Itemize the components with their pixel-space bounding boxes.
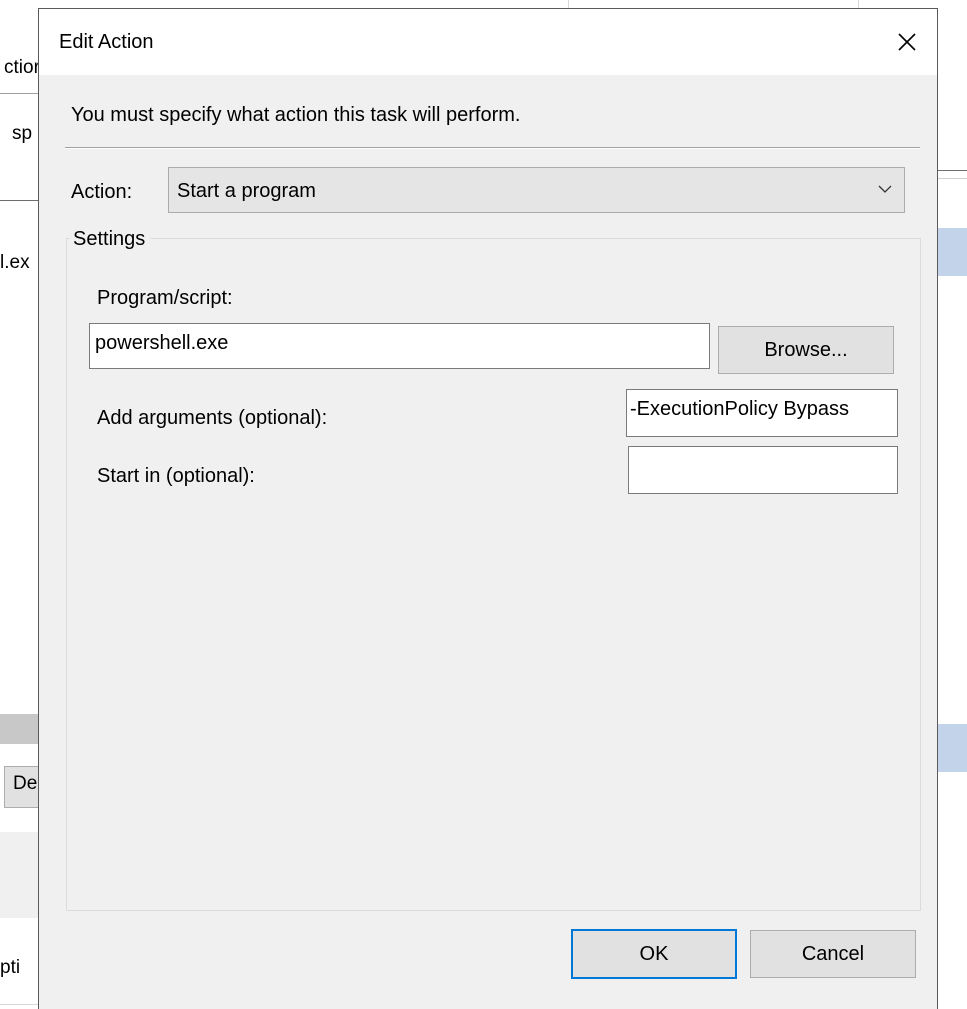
action-label: Action: xyxy=(71,181,133,203)
bg-selected-row[interactable] xyxy=(938,228,967,276)
bg-separator xyxy=(938,170,967,171)
bg-column-header-fragment: ctior xyxy=(4,57,40,78)
title-bar[interactable]: Edit Action xyxy=(39,9,937,75)
start-in-input[interactable] xyxy=(628,446,898,494)
bg-separator xyxy=(0,93,38,94)
instruction-text: You must specify what action this task w… xyxy=(71,104,521,126)
bg-separator xyxy=(938,178,967,179)
dialog-title: Edit Action xyxy=(59,31,154,53)
program-script-input[interactable]: powershell.exe xyxy=(89,323,710,369)
edit-action-dialog: Edit Action You must specify what action… xyxy=(38,8,938,1009)
close-button[interactable] xyxy=(877,9,937,75)
settings-legend: Settings xyxy=(70,228,151,251)
bg-column-divider xyxy=(858,0,859,8)
bg-column-divider xyxy=(568,0,569,8)
header-divider xyxy=(65,147,920,149)
cancel-button[interactable]: Cancel xyxy=(750,930,916,978)
bg-selected-row[interactable] xyxy=(938,724,967,772)
bg-text-fragment: pti xyxy=(0,957,21,978)
bg-panel xyxy=(938,0,967,114)
program-script-label: Program/script: xyxy=(97,287,233,309)
close-icon xyxy=(898,33,916,51)
bg-panel xyxy=(0,832,38,918)
chevron-down-icon xyxy=(878,185,892,193)
bg-scrollbar[interactable] xyxy=(0,714,38,744)
bg-list-row-fragment: l.ex xyxy=(0,252,30,273)
start-in-label: Start in (optional): xyxy=(97,465,255,487)
browse-button[interactable]: Browse... xyxy=(718,326,894,374)
action-dropdown[interactable]: Start a program xyxy=(168,167,905,213)
add-arguments-label: Add arguments (optional): xyxy=(97,407,328,429)
add-arguments-input[interactable]: -ExecutionPolicy Bypass xyxy=(626,389,898,437)
bg-text-fragment: sp xyxy=(12,123,33,144)
action-dropdown-value: Start a program xyxy=(177,180,316,202)
ok-button[interactable]: OK xyxy=(571,929,737,979)
bg-separator xyxy=(0,200,38,201)
